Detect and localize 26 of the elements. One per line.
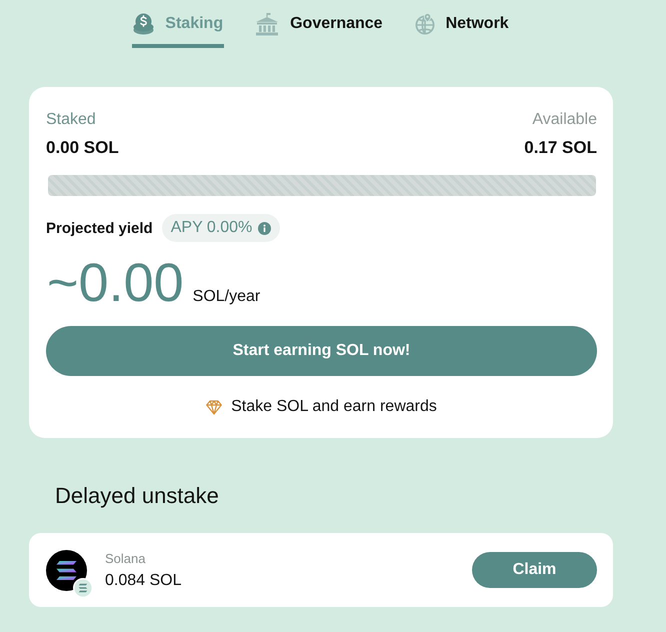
amount-unit: SOL/year (192, 288, 260, 306)
section-heading: Delayed unstake (55, 483, 219, 509)
bank-icon (255, 12, 280, 36)
tab-label: Governance (290, 15, 383, 33)
info-icon[interactable] (258, 222, 272, 234)
nav-tab[interactable]: Network (414, 8, 510, 48)
claim-button[interactable]: Claim (472, 552, 597, 588)
tab-label: Network (446, 15, 509, 33)
nav-tab[interactable]: Governance (254, 8, 384, 48)
available-amount: 0.17 SOL (524, 138, 597, 158)
apy-text: APY 0.00% (170, 219, 252, 237)
tab-label: Staking (165, 15, 224, 33)
globe-pin-icon (414, 13, 435, 35)
projected-yield-label: Projected yield (46, 220, 153, 236)
nav-tab[interactable]: Staking (132, 8, 224, 48)
start-earning-button[interactable]: Start earning SOL now! (46, 326, 597, 376)
token-amount: 0.084 SOL (105, 572, 182, 590)
available-label: Available (532, 111, 597, 129)
logo-badge-icon (73, 578, 93, 598)
token-name: Solana (105, 550, 146, 566)
rewards-note: Stake SOL and earn rewards (231, 398, 437, 416)
projected-amount: ~0.00 (47, 256, 184, 310)
coins-icon (133, 13, 154, 35)
diamond-icon (206, 400, 222, 414)
staked-label: Staked (46, 111, 96, 129)
staked-amount: 0.00 SOL (46, 138, 119, 158)
